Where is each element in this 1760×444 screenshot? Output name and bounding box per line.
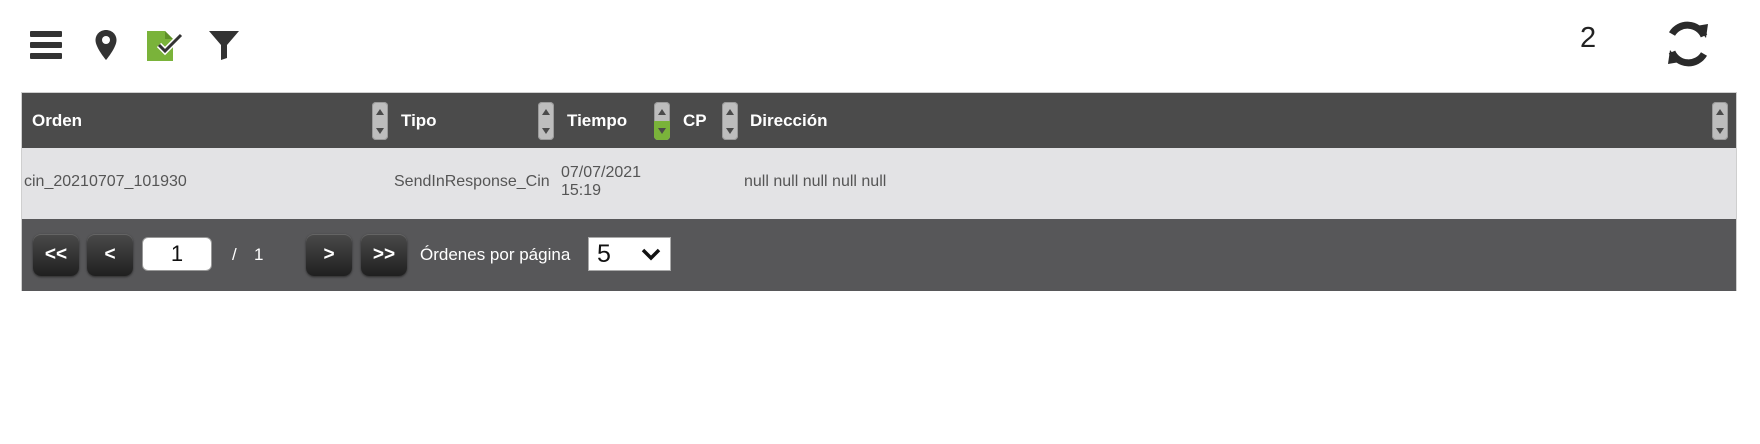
sort-down-icon[interactable]: [1712, 121, 1728, 140]
chevron-down-icon: [640, 244, 662, 269]
first-page-button[interactable]: <<: [33, 234, 79, 276]
sort-orden-control[interactable]: [372, 102, 388, 140]
column-header-tiempo[interactable]: Tiempo: [567, 93, 627, 148]
cell-direccion: null null null null null: [744, 173, 887, 190]
sort-down-icon[interactable]: [722, 121, 738, 140]
menu-icon[interactable]: [26, 22, 66, 68]
sort-direccion-control[interactable]: [1712, 102, 1728, 140]
sort-cp-control[interactable]: [722, 102, 738, 140]
per-page-value: 5: [597, 240, 611, 268]
page-separator: /: [232, 245, 237, 264]
sort-up-icon[interactable]: [1712, 102, 1728, 121]
column-header-cp[interactable]: CP: [683, 93, 707, 148]
per-page-label: Órdenes por página: [420, 245, 571, 264]
cell-tiempo-time: 15:19: [561, 182, 602, 199]
sort-up-icon[interactable]: [372, 102, 388, 121]
cell-tiempo-date: 07/07/2021: [561, 164, 642, 181]
table-row[interactable]: cin_20210707_101930 SendInResponse_Cin 0…: [22, 148, 1736, 219]
pagination-bar: << < / 1 > >> Órdenes por página 5: [22, 219, 1736, 291]
sort-down-active-icon[interactable]: [654, 121, 670, 140]
orders-grid: Orden Tipo Tiempo CP Dirección cin_20210…: [21, 92, 1737, 291]
sort-up-icon[interactable]: [538, 102, 554, 121]
sort-up-icon[interactable]: [654, 102, 670, 121]
sort-up-icon[interactable]: [722, 102, 738, 121]
sort-tipo-control[interactable]: [538, 102, 554, 140]
checked-document-icon[interactable]: [145, 22, 185, 68]
total-pages: 1: [254, 245, 264, 264]
cell-orden: cin_20210707_101930: [24, 173, 187, 190]
column-header-tipo[interactable]: Tipo: [401, 93, 437, 148]
refresh-icon[interactable]: [1660, 16, 1716, 72]
last-page-button[interactable]: >>: [361, 234, 407, 276]
next-page-button[interactable]: >: [306, 234, 352, 276]
column-header-direccion[interactable]: Dirección: [750, 93, 827, 148]
grid-header: Orden Tipo Tiempo CP Dirección: [22, 93, 1736, 148]
cell-tipo: SendInResponse_Cin: [394, 173, 550, 190]
column-header-orden[interactable]: Orden: [32, 93, 82, 148]
prev-page-button[interactable]: <: [87, 234, 133, 276]
order-count: 2: [1580, 22, 1597, 54]
sort-down-icon[interactable]: [538, 121, 554, 140]
toolbar: 2: [0, 0, 1760, 90]
filter-icon[interactable]: [204, 22, 244, 68]
sort-tiempo-control[interactable]: [654, 102, 670, 140]
per-page-select[interactable]: 5: [588, 237, 671, 271]
sort-down-icon[interactable]: [372, 121, 388, 140]
map-pin-icon[interactable]: [86, 22, 126, 68]
page-number-input[interactable]: [142, 237, 212, 271]
